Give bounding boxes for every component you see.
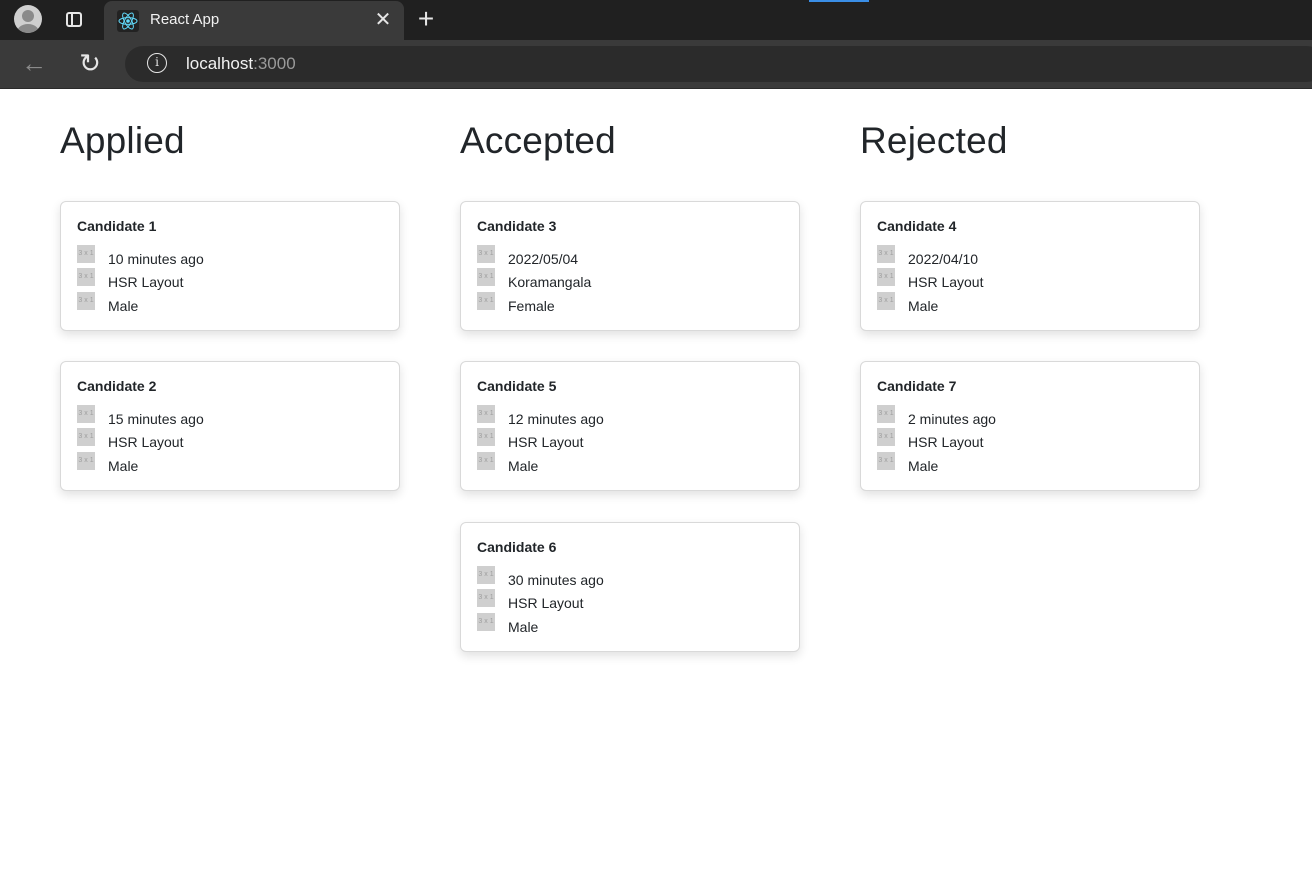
profile-avatar-icon[interactable] bbox=[14, 5, 42, 33]
candidate-card[interactable]: Candidate 7 3 x 1 2 minutes ago 3 x 1 HS… bbox=[860, 361, 1200, 491]
candidate-card[interactable]: Candidate 3 3 x 1 2022/05/04 3 x 1 Koram… bbox=[460, 201, 800, 331]
candidate-time: 12 minutes ago bbox=[508, 411, 604, 427]
gender-placeholder-icon: 3 x 1 bbox=[477, 613, 495, 631]
gender-placeholder-icon: 3 x 1 bbox=[477, 292, 495, 310]
candidate-time: 2022/05/04 bbox=[508, 251, 579, 267]
candidate-gender: Male bbox=[508, 458, 539, 474]
column-title: Rejected bbox=[860, 120, 1008, 161]
candidate-name: Candidate 1 bbox=[77, 218, 157, 234]
candidate-time: 10 minutes ago bbox=[108, 251, 204, 267]
clock-placeholder-icon: 3 x 1 bbox=[477, 245, 495, 263]
location-placeholder-icon: 3 x 1 bbox=[877, 428, 895, 446]
close-tab-icon[interactable]: ✕ bbox=[372, 9, 394, 31]
candidate-name: Candidate 2 bbox=[77, 378, 157, 394]
column-title: Applied bbox=[60, 120, 185, 161]
candidate-time: 30 minutes ago bbox=[508, 572, 604, 588]
browser-tab-bar: React App ✕ + bbox=[0, 0, 1312, 40]
candidate-location: HSR Layout bbox=[508, 434, 584, 450]
candidate-gender: Male bbox=[908, 458, 939, 474]
clock-placeholder-icon: 3 x 1 bbox=[477, 405, 495, 423]
location-placeholder-icon: 3 x 1 bbox=[477, 428, 495, 446]
candidate-card[interactable]: Candidate 1 3 x 1 10 minutes ago 3 x 1 H… bbox=[60, 201, 400, 331]
clock-placeholder-icon: 3 x 1 bbox=[77, 245, 95, 263]
candidate-gender: Male bbox=[108, 458, 139, 474]
browser-toolbar: ← ↻ i localhost:3000 bbox=[0, 40, 1312, 89]
react-logo-icon bbox=[117, 10, 139, 32]
clock-placeholder-icon: 3 x 1 bbox=[77, 405, 95, 423]
location-placeholder-icon: 3 x 1 bbox=[877, 268, 895, 286]
back-arrow-icon[interactable]: ← bbox=[20, 50, 48, 77]
site-info-icon[interactable]: i bbox=[147, 53, 167, 73]
candidate-name: Candidate 3 bbox=[477, 218, 557, 234]
url-host: localhost bbox=[186, 54, 254, 73]
clock-placeholder-icon: 3 x 1 bbox=[477, 566, 495, 584]
browser-tab[interactable]: React App ✕ bbox=[104, 1, 404, 40]
column-title: Accepted bbox=[460, 120, 616, 161]
candidate-location: HSR Layout bbox=[508, 595, 584, 611]
gender-placeholder-icon: 3 x 1 bbox=[77, 292, 95, 310]
candidate-location: HSR Layout bbox=[908, 434, 984, 450]
candidate-card[interactable]: Candidate 6 3 x 1 30 minutes ago 3 x 1 H… bbox=[460, 522, 800, 652]
candidate-gender: Female bbox=[508, 298, 555, 314]
candidate-gender: Male bbox=[908, 298, 939, 314]
candidate-gender: Male bbox=[508, 619, 539, 635]
url-port: :3000 bbox=[253, 54, 296, 73]
candidate-card[interactable]: Candidate 2 3 x 1 15 minutes ago 3 x 1 H… bbox=[60, 361, 400, 491]
gender-placeholder-icon: 3 x 1 bbox=[877, 292, 895, 310]
tab-actions-icon[interactable] bbox=[66, 12, 82, 27]
candidate-location: Koramangala bbox=[508, 274, 592, 290]
candidate-board: Applied Candidate 1 3 x 1 10 minutes ago… bbox=[0, 88, 1312, 891]
candidate-card[interactable]: Candidate 5 3 x 1 12 minutes ago 3 x 1 H… bbox=[460, 361, 800, 491]
location-placeholder-icon: 3 x 1 bbox=[477, 589, 495, 607]
candidate-name: Candidate 6 bbox=[477, 539, 557, 555]
address-bar[interactable]: i localhost:3000 bbox=[125, 46, 1312, 82]
candidate-gender: Male bbox=[108, 298, 139, 314]
gender-placeholder-icon: 3 x 1 bbox=[877, 452, 895, 470]
candidate-time: 2022/04/10 bbox=[908, 251, 979, 267]
candidate-name: Candidate 5 bbox=[477, 378, 557, 394]
candidate-time: 2 minutes ago bbox=[908, 411, 996, 427]
location-placeholder-icon: 3 x 1 bbox=[77, 268, 95, 286]
location-placeholder-icon: 3 x 1 bbox=[477, 268, 495, 286]
gender-placeholder-icon: 3 x 1 bbox=[477, 452, 495, 470]
reload-icon[interactable]: ↻ bbox=[76, 50, 104, 78]
candidate-location: HSR Layout bbox=[108, 434, 184, 450]
url-text[interactable]: localhost:3000 bbox=[186, 54, 296, 74]
candidate-name: Candidate 7 bbox=[877, 378, 957, 394]
location-placeholder-icon: 3 x 1 bbox=[77, 428, 95, 446]
clock-placeholder-icon: 3 x 1 bbox=[877, 405, 895, 423]
new-tab-icon[interactable]: + bbox=[412, 5, 440, 34]
tab-strip-accent bbox=[809, 0, 869, 2]
clock-placeholder-icon: 3 x 1 bbox=[877, 245, 895, 263]
tab-title: React App bbox=[150, 11, 220, 28]
candidate-time: 15 minutes ago bbox=[108, 411, 204, 427]
candidate-card[interactable]: Candidate 4 3 x 1 2022/04/10 3 x 1 HSR L… bbox=[860, 201, 1200, 331]
candidate-location: HSR Layout bbox=[108, 274, 184, 290]
gender-placeholder-icon: 3 x 1 bbox=[77, 452, 95, 470]
candidate-location: HSR Layout bbox=[908, 274, 984, 290]
candidate-name: Candidate 4 bbox=[877, 218, 957, 234]
